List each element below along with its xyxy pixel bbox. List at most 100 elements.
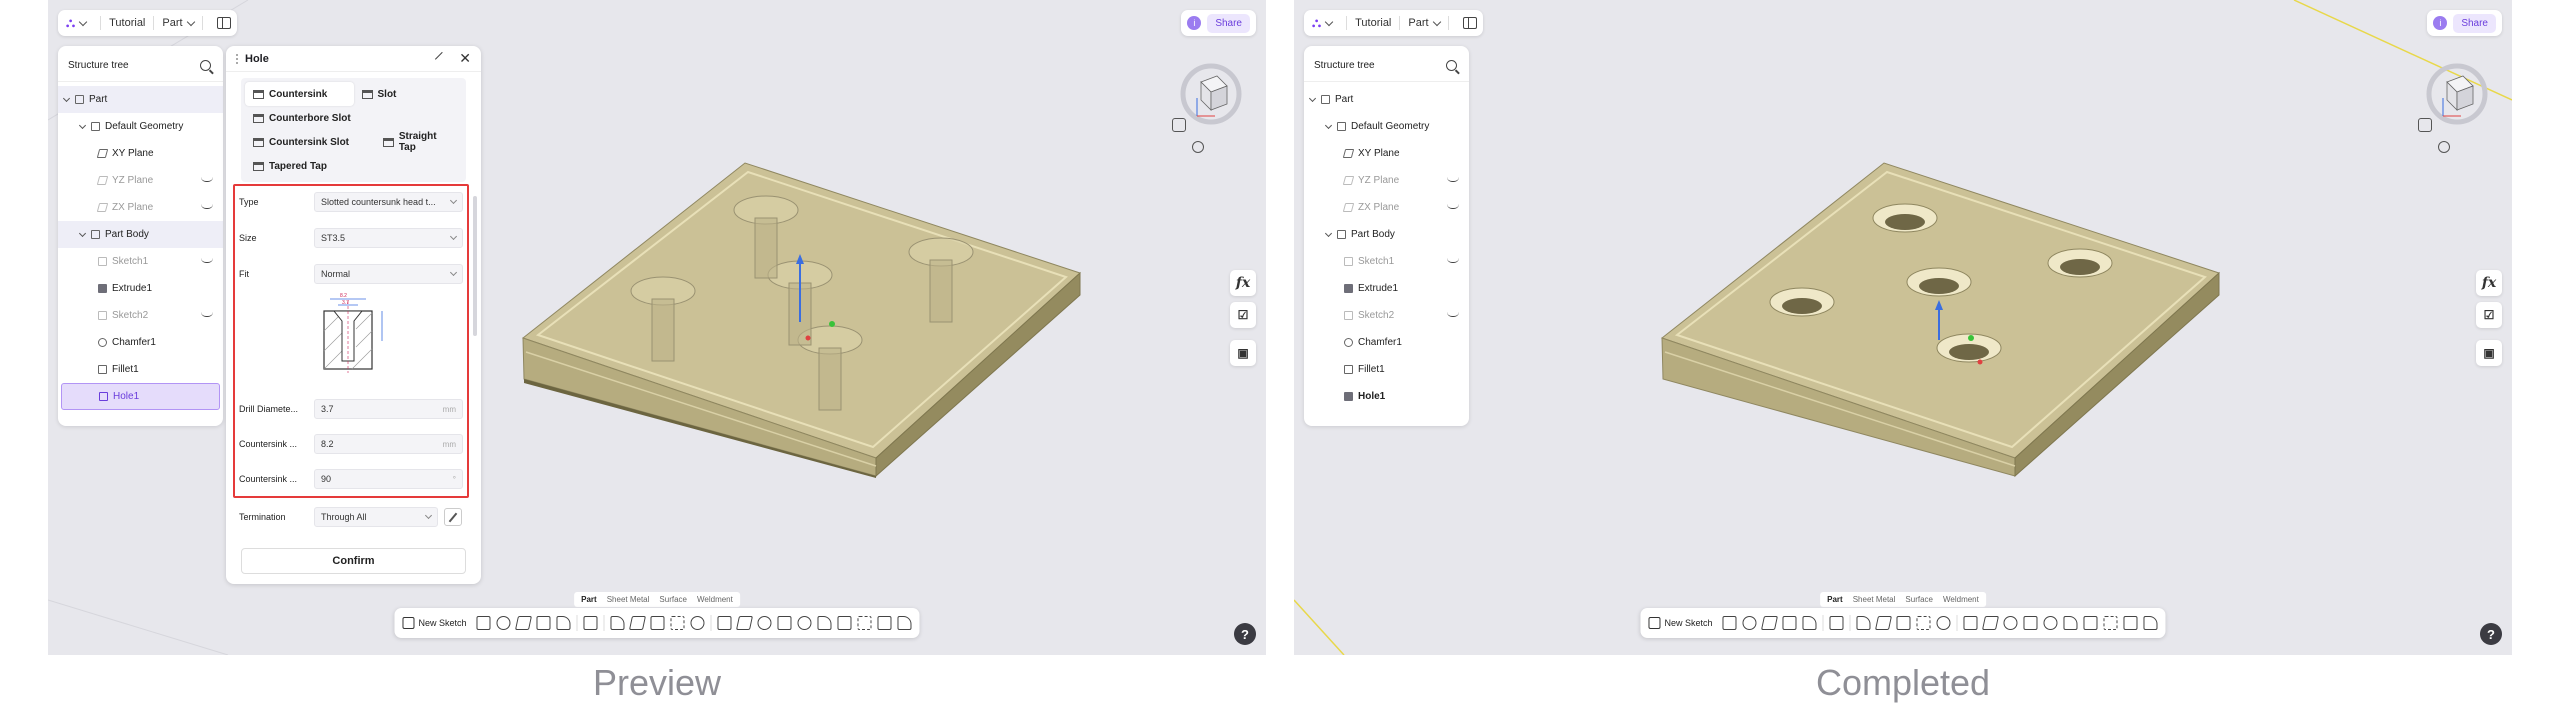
mode-dropdown[interactable]: Part xyxy=(1408,17,1441,29)
revolve-icon[interactable] xyxy=(1742,616,1757,630)
tree-item-part-body[interactable]: Part Body xyxy=(58,221,223,248)
countersink-diameter-input[interactable]: 8.2 mm xyxy=(314,434,463,454)
sweep-icon[interactable] xyxy=(1761,616,1779,630)
reference-plane-icon[interactable] xyxy=(2103,616,2118,630)
tree-item-zx-plane[interactable]: ZX Plane xyxy=(1304,194,1469,221)
chamfer-icon[interactable] xyxy=(629,616,647,630)
tree-item-sketch1[interactable]: Sketch1 xyxy=(1304,248,1469,275)
tree-item-fillet1[interactable]: Fillet1 xyxy=(58,356,223,383)
tab-sheet-metal[interactable]: Sheet Metal xyxy=(602,593,655,606)
eye-hidden-icon[interactable] xyxy=(201,204,213,209)
hole-type-tapered-tap[interactable]: Tapered Tap xyxy=(245,154,462,178)
formula-icon[interactable]: fx xyxy=(1230,270,1256,296)
completed-viewport[interactable]: ⛬ Tutorial Part i Share Structure tree P… xyxy=(1294,0,2512,655)
tree-item-default-geometry[interactable]: Default Geometry xyxy=(1304,113,1469,140)
tree-item-hole1[interactable]: Hole1 xyxy=(1304,383,1469,410)
tab-surface[interactable]: Surface xyxy=(654,593,692,606)
mode-dropdown[interactable]: Part xyxy=(162,17,195,29)
split-icon[interactable] xyxy=(777,616,792,630)
thicken-icon[interactable] xyxy=(1936,616,1951,630)
countersink-angle-input[interactable]: 90 ° xyxy=(314,469,463,489)
tree-item-yz-plane[interactable]: YZ Plane xyxy=(1304,167,1469,194)
hole-icon[interactable] xyxy=(583,616,598,630)
size-select[interactable]: ST3.5 xyxy=(314,228,463,248)
tree-item-sketch1[interactable]: Sketch1 xyxy=(58,248,223,275)
split-icon[interactable] xyxy=(2023,616,2038,630)
app-logo-icon[interactable]: ⛬ xyxy=(1310,15,1338,31)
tree-item-default-geometry[interactable]: Default Geometry xyxy=(58,113,223,140)
more-tools-icon[interactable] xyxy=(2143,616,2158,630)
tab-sheet-metal[interactable]: Sheet Metal xyxy=(1848,593,1901,606)
drag-handle-icon[interactable] xyxy=(236,53,239,64)
search-icon[interactable] xyxy=(1446,60,1457,71)
preview-viewport[interactable]: ⛬ Tutorial Part i Share Structure tree P… xyxy=(48,0,1266,655)
rib-icon[interactable] xyxy=(556,616,571,630)
measure-icon[interactable] xyxy=(2123,616,2138,630)
tree-item-xy-plane[interactable]: XY Plane xyxy=(1304,140,1469,167)
chamfer-icon[interactable] xyxy=(1875,616,1893,630)
revolve-icon[interactable] xyxy=(496,616,511,630)
hole-type-counterbore-slot[interactable]: Counterbore Slot xyxy=(245,106,462,130)
flip-direction-icon[interactable] xyxy=(444,508,462,526)
tab-weldment[interactable]: Weldment xyxy=(1938,593,1984,606)
eye-hidden-icon[interactable] xyxy=(1447,312,1459,317)
help-button[interactable]: ? xyxy=(2480,623,2502,645)
move-body-icon[interactable] xyxy=(797,616,812,630)
eye-hidden-icon[interactable] xyxy=(1447,177,1459,182)
fillet-icon[interactable] xyxy=(1856,616,1871,630)
hole-type-straight-tap[interactable]: Straight Tap xyxy=(375,130,462,154)
reference-plane-icon[interactable] xyxy=(857,616,872,630)
pattern-icon[interactable] xyxy=(1963,616,1978,630)
tree-item-part[interactable]: Part xyxy=(1304,86,1469,113)
tree-item-sketch2[interactable]: Sketch2 xyxy=(1304,302,1469,329)
measure-icon[interactable] xyxy=(877,616,892,630)
drill-diameter-input[interactable]: 3.7 mm xyxy=(314,399,463,419)
tree-item-hole1[interactable]: Hole1 xyxy=(61,383,220,410)
tree-item-part-body[interactable]: Part Body xyxy=(1304,221,1469,248)
hole-icon[interactable] xyxy=(1829,616,1844,630)
checklist-icon[interactable]: ☑ xyxy=(2476,302,2502,328)
tree-item-extrude1[interactable]: Extrude1 xyxy=(1304,275,1469,302)
tree-item-part[interactable]: Part xyxy=(58,86,223,113)
tree-item-zx-plane[interactable]: ZX Plane xyxy=(58,194,223,221)
type-select[interactable]: Slotted countersunk head t... xyxy=(314,192,463,212)
share-button[interactable]: Share xyxy=(1207,13,1250,33)
search-icon[interactable] xyxy=(200,60,211,71)
share-button[interactable]: Share xyxy=(2453,13,2496,33)
new-sketch-button[interactable]: New Sketch xyxy=(402,617,470,629)
tree-item-chamfer1[interactable]: Chamfer1 xyxy=(1304,329,1469,356)
hole-type-countersink-slot[interactable]: Countersink Slot xyxy=(245,130,375,154)
pattern-icon[interactable] xyxy=(717,616,732,630)
combine-icon[interactable] xyxy=(757,616,772,630)
tree-item-chamfer1[interactable]: Chamfer1 xyxy=(58,329,223,356)
tree-item-xy-plane[interactable]: XY Plane xyxy=(58,140,223,167)
breadcrumb-file[interactable]: Tutorial xyxy=(109,17,145,29)
eye-hidden-icon[interactable] xyxy=(201,312,213,317)
breadcrumb-file[interactable]: Tutorial xyxy=(1355,17,1391,29)
panel-scrollbar[interactable] xyxy=(473,196,477,336)
sidebar-toggle-icon[interactable] xyxy=(216,17,231,29)
tree-item-extrude1[interactable]: Extrude1 xyxy=(58,275,223,302)
help-button[interactable]: ? xyxy=(1234,623,1256,645)
checklist-icon[interactable]: ☑ xyxy=(1230,302,1256,328)
tab-part[interactable]: Part xyxy=(576,593,602,606)
replace-face-icon[interactable] xyxy=(837,616,852,630)
pin-icon[interactable] xyxy=(435,51,450,66)
eye-hidden-icon[interactable] xyxy=(1447,204,1459,209)
eye-hidden-icon[interactable] xyxy=(201,258,213,263)
mirror-icon[interactable] xyxy=(736,616,754,630)
tab-weldment[interactable]: Weldment xyxy=(692,593,738,606)
sidebar-toggle-icon[interactable] xyxy=(1462,17,1477,29)
sweep-icon[interactable] xyxy=(515,616,533,630)
shell-icon[interactable] xyxy=(1896,616,1911,630)
replace-face-icon[interactable] xyxy=(2083,616,2098,630)
loft-icon[interactable] xyxy=(536,616,551,630)
new-sketch-button[interactable]: New Sketch xyxy=(1648,617,1716,629)
tree-item-sketch2[interactable]: Sketch2 xyxy=(58,302,223,329)
move-body-icon[interactable] xyxy=(2043,616,2058,630)
draft-icon[interactable] xyxy=(670,616,685,630)
hole-type-slot[interactable]: Slot xyxy=(354,82,463,106)
fillet-icon[interactable] xyxy=(610,616,625,630)
scale-icon[interactable] xyxy=(817,616,832,630)
eye-hidden-icon[interactable] xyxy=(201,177,213,182)
